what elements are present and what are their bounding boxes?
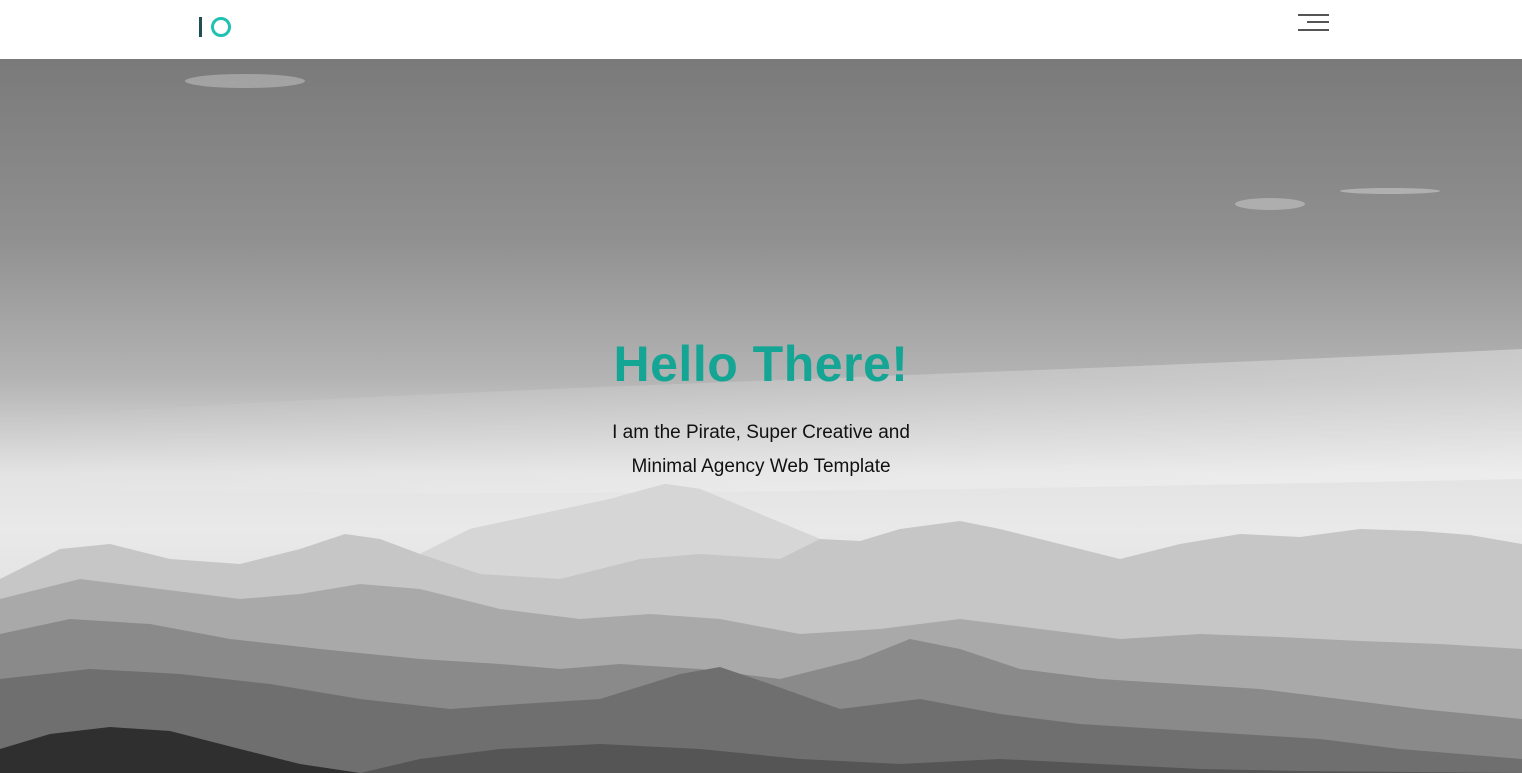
hero-section: Hello There! I am the Pirate, Super Crea… [0, 59, 1522, 773]
hamburger-menu-icon[interactable] [1297, 13, 1329, 33]
hero-content: Hello There! I am the Pirate, Super Crea… [0, 334, 1522, 484]
menu-line-bottom [1298, 29, 1329, 31]
hero-subtitle: I am the Pirate, Super Creative and Mini… [601, 416, 921, 484]
menu-line-middle [1307, 21, 1329, 23]
hero-subtitle-line2: Minimal Agency Web Template [631, 456, 891, 477]
logo-ring-mark [211, 17, 231, 37]
site-header [0, 0, 1522, 59]
menu-line-top [1298, 14, 1329, 16]
logo-bar-mark [199, 17, 202, 37]
hero-title: Hello There! [613, 336, 909, 392]
site-logo[interactable] [199, 15, 231, 39]
hero-subtitle-line1: I am the Pirate, Super Creative and [612, 422, 910, 443]
